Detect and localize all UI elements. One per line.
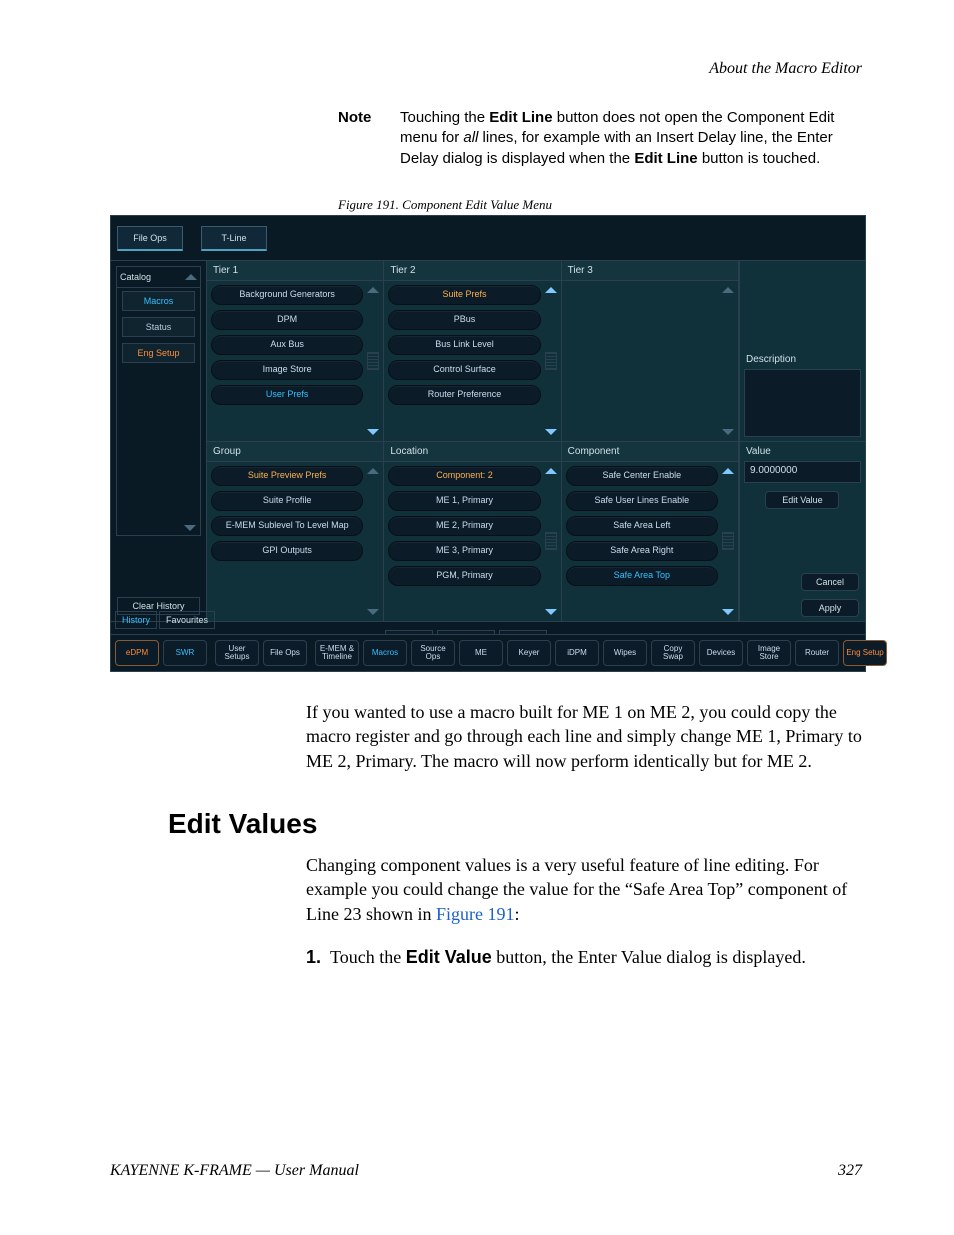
bb-eng-setup[interactable]: Eng Setup (843, 640, 887, 666)
tier1-item[interactable]: Image Store (211, 360, 363, 380)
sidebar: Catalog Macros Status Eng Setup Clear Hi… (111, 261, 207, 621)
tier2-item[interactable]: Bus Link Level (388, 335, 540, 355)
sidebar-item-eng-setup[interactable]: Eng Setup (122, 343, 195, 363)
scrollbar[interactable] (366, 466, 380, 618)
location-item[interactable]: PGM, Primary (388, 566, 540, 586)
running-header: About the Macro Editor (709, 60, 862, 78)
scroll-down-icon[interactable] (545, 429, 557, 435)
scroll-up-icon[interactable] (367, 287, 379, 293)
screenshot-component-edit-menu: File Ops T-Line Catalog Macros Status En… (110, 215, 866, 672)
right-panel-bottom: Value 9.0000000 Edit Value Cancel Apply (739, 442, 865, 622)
scroll-up-icon[interactable] (545, 468, 557, 474)
location-column: Location Component: 2 ME 1, Primary ME 2… (384, 442, 561, 622)
tier2-item[interactable]: Router Preference (388, 385, 540, 405)
component-item-selected[interactable]: Safe Area Top (566, 566, 718, 586)
component-item[interactable]: Safe Area Right (566, 541, 718, 561)
scroll-down-icon[interactable] (545, 609, 557, 615)
tier1-item[interactable]: DPM (211, 310, 363, 330)
tier2-item[interactable]: PBus (388, 310, 540, 330)
bb-macros[interactable]: Macros (363, 640, 407, 666)
scroll-up-icon[interactable] (545, 287, 557, 293)
scrollbar[interactable] (544, 285, 558, 437)
description-box (744, 369, 861, 437)
component-item[interactable]: Safe Area Left (566, 516, 718, 536)
scroll-down-icon[interactable] (367, 429, 379, 435)
footer: KAYENNE K-FRAME — User Manual 327 (110, 1162, 862, 1180)
description-label: Description (746, 354, 859, 365)
scroll-down-icon[interactable] (722, 609, 734, 615)
scrollbar[interactable] (366, 285, 380, 437)
bottom-bar: eDPM SWR User Setups File Ops E-MEM & Ti… (111, 634, 865, 671)
scroll-up-icon[interactable] (722, 468, 734, 474)
bb-copy-swap[interactable]: Copy Swap (651, 640, 695, 666)
apply-button[interactable]: Apply (801, 599, 859, 617)
footer-page-number: 327 (838, 1162, 862, 1180)
group-item-selected[interactable]: Suite Preview Prefs (211, 466, 363, 486)
bb-emem-timeline[interactable]: E-MEM & Timeline (315, 640, 359, 666)
bb-me[interactable]: ME (459, 640, 503, 666)
scrollbar[interactable] (544, 466, 558, 618)
chevron-up-icon[interactable] (185, 274, 197, 280)
tab-favourites[interactable]: Favourites (159, 611, 215, 629)
bb-keyer[interactable]: Keyer (507, 640, 551, 666)
bb-image-store[interactable]: Image Store (747, 640, 791, 666)
cancel-button[interactable]: Cancel (801, 573, 859, 591)
chip-file-ops[interactable]: File Ops (117, 226, 183, 251)
location-item[interactable]: ME 1, Primary (388, 491, 540, 511)
tier2-item[interactable]: Control Surface (388, 360, 540, 380)
bb-source-ops[interactable]: Source Ops (411, 640, 455, 666)
chevron-down-icon[interactable] (184, 525, 196, 531)
tier2-column: Tier 2 Suite Prefs PBus Bus Link Level C… (384, 261, 561, 441)
value-label: Value (746, 446, 859, 457)
sidebar-item-status[interactable]: Status (122, 317, 195, 337)
figure-191-link[interactable]: Figure 191 (436, 904, 515, 924)
group-column: Group Suite Preview Prefs Suite Profile … (207, 442, 384, 622)
bb-user-setups[interactable]: User Setups (215, 640, 259, 666)
note-label: Note (338, 108, 371, 128)
tier2-item-selected[interactable]: Suite Prefs (388, 285, 540, 305)
tier1-column: Tier 1 Background Generators DPM Aux Bus… (207, 261, 384, 441)
group-item[interactable]: Suite Profile (211, 491, 363, 511)
bb-router[interactable]: Router (795, 640, 839, 666)
component-item[interactable]: Safe Center Enable (566, 466, 718, 486)
tier3-column: Tier 3 (562, 261, 739, 441)
sidebar-item-macros[interactable]: Macros (122, 291, 195, 311)
value-box: 9.0000000 (744, 461, 861, 483)
bb-devices[interactable]: Devices (699, 640, 743, 666)
body-para-2: Changing component values is a very usef… (306, 853, 862, 926)
figure-caption: Figure 191. Component Edit Value Menu (338, 197, 552, 213)
tab-history[interactable]: History (115, 611, 157, 629)
scrollbar[interactable] (721, 466, 735, 618)
edit-value-button[interactable]: Edit Value (765, 491, 839, 509)
note-body: Touching the Edit Line button does not o… (400, 108, 862, 169)
scroll-down-icon[interactable] (722, 429, 734, 435)
component-column: Component Safe Center Enable Safe User L… (562, 442, 739, 622)
group-item[interactable]: E-MEM Sublevel To Level Map (211, 516, 363, 536)
location-item[interactable]: ME 3, Primary (388, 541, 540, 561)
bb-edpm[interactable]: eDPM (115, 640, 159, 666)
bb-wipes[interactable]: Wipes (603, 640, 647, 666)
scroll-up-icon[interactable] (367, 468, 379, 474)
group-item[interactable]: GPI Outputs (211, 541, 363, 561)
tier1-item[interactable]: Aux Bus (211, 335, 363, 355)
component-item[interactable]: Safe User Lines Enable (566, 491, 718, 511)
tier1-item-selected[interactable]: User Prefs (211, 385, 363, 405)
bb-swr[interactable]: SWR (163, 640, 207, 666)
tier1-item[interactable]: Background Generators (211, 285, 363, 305)
step-1: 1. Touch the Edit Value button, the Ente… (306, 945, 862, 969)
sidebar-head: Catalog (117, 267, 200, 288)
location-item[interactable]: ME 2, Primary (388, 516, 540, 536)
bb-file-ops[interactable]: File Ops (263, 640, 307, 666)
scroll-up-icon[interactable] (722, 287, 734, 293)
scroll-down-icon[interactable] (367, 609, 379, 615)
note-block: Note Touching the Edit Line button does … (338, 108, 862, 169)
scrollbar[interactable] (721, 285, 735, 437)
location-item-selected[interactable]: Component: 2 (388, 466, 540, 486)
section-heading-edit-values: Edit Values (168, 808, 317, 840)
chip-t-line[interactable]: T-Line (201, 226, 267, 251)
footer-left: KAYENNE K-FRAME — User Manual (110, 1162, 359, 1180)
bb-idpm[interactable]: iDPM (555, 640, 599, 666)
right-panel-top: Description (739, 261, 865, 441)
body-para-1: If you wanted to use a macro built for M… (306, 700, 862, 773)
